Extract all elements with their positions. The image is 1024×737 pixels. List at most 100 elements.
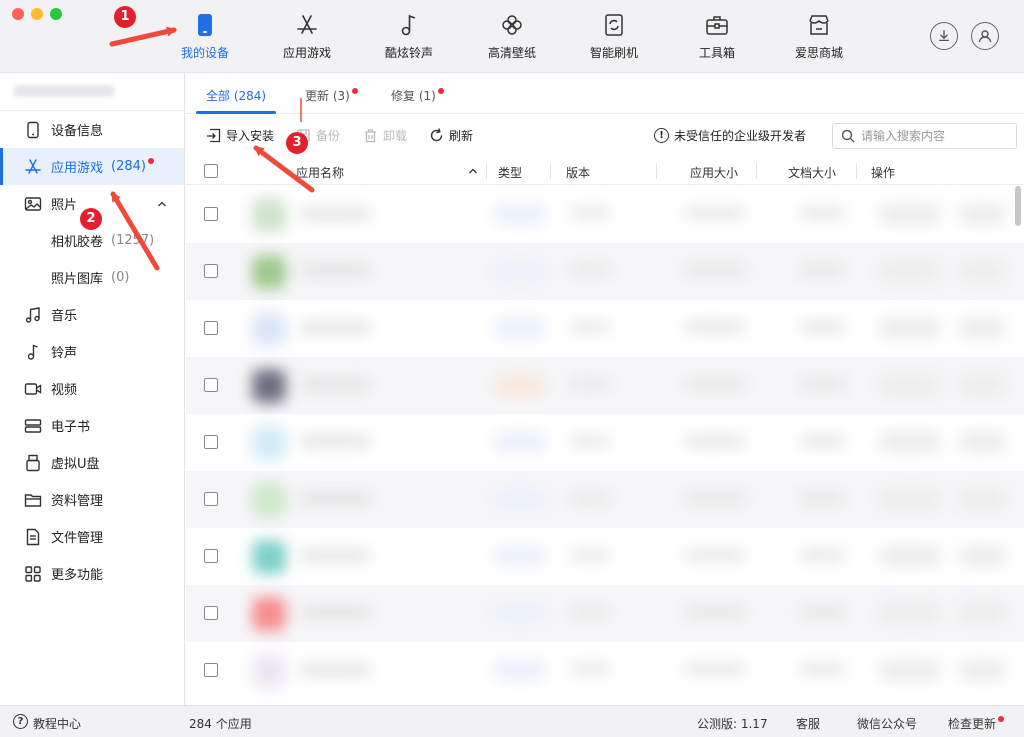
notification-dot: [351, 88, 358, 94]
nav-ringtones[interactable]: 酷炫铃声: [364, 12, 454, 61]
column-header-doc-size[interactable]: 文档大小: [788, 164, 836, 181]
untrusted-developer-button[interactable]: ! 未受信任的企业级开发者: [654, 127, 806, 144]
table-row[interactable]: [186, 414, 1024, 471]
search-input[interactable]: [861, 129, 1011, 143]
app-size-placeholder: [685, 265, 745, 275]
tab-all[interactable]: 全部 (284): [206, 87, 266, 104]
blurred-row-content: [240, 243, 1010, 300]
app-version-placeholder: [570, 493, 610, 503]
table-row[interactable]: [186, 300, 1024, 357]
download-icon: [938, 30, 950, 42]
row-checkbox[interactable]: [204, 264, 218, 278]
nav-wallpapers[interactable]: 高清壁纸: [467, 12, 557, 61]
select-all-checkbox[interactable]: [204, 164, 218, 178]
app-icon: [252, 483, 286, 517]
sidebar-item-label: 照片: [51, 198, 78, 213]
sidebar-item-ringtones[interactable]: 铃声: [0, 333, 184, 370]
annotation-badge-1: 1: [114, 6, 136, 28]
table-row[interactable]: [186, 243, 1024, 300]
table-row[interactable]: [186, 585, 1024, 642]
app-name-placeholder: [300, 265, 370, 276]
sidebar-item-photo-library[interactable]: 照片图库 (0): [0, 259, 184, 296]
refresh-icon: [430, 128, 443, 142]
action-placeholder: [960, 261, 1005, 281]
sidebar-item-video[interactable]: 视频: [0, 370, 184, 407]
uninstall-button[interactable]: 卸载: [363, 127, 407, 144]
device-name-area[interactable]: [0, 73, 184, 111]
sidebar-item-file-management[interactable]: 文件管理: [0, 518, 184, 555]
close-window-button[interactable]: [12, 8, 24, 20]
table-row[interactable]: [186, 186, 1024, 243]
check-update-link[interactable]: 检查更新: [948, 715, 1005, 732]
app-name-placeholder: [300, 322, 370, 333]
sidebar-item-data-management[interactable]: 资料管理: [0, 481, 184, 518]
annotation-badge-2: 2: [80, 208, 102, 230]
nav-my-device[interactable]: 我的设备: [160, 12, 250, 61]
app-version-placeholder: [570, 208, 610, 218]
refresh-button[interactable]: 刷新: [429, 127, 473, 144]
table-row[interactable]: [186, 642, 1024, 699]
vertical-scrollbar[interactable]: [1015, 186, 1021, 226]
app-icon: [252, 255, 286, 289]
account-button[interactable]: [971, 22, 999, 50]
download-button[interactable]: [930, 22, 958, 50]
sidebar-item-label: 资料管理: [51, 494, 104, 509]
tab-bar: 全部 (284) 更新 (3) 修复 (1): [186, 73, 1024, 114]
table-row[interactable]: [186, 471, 1024, 528]
sidebar-item-virtual-usb[interactable]: 虚拟U盘: [0, 444, 184, 481]
row-checkbox[interactable]: [204, 207, 218, 221]
chevron-up-icon[interactable]: [157, 199, 167, 209]
nav-store[interactable]: 爱思商城: [774, 12, 864, 61]
action-placeholder: [880, 318, 940, 338]
app-type-placeholder: [495, 660, 545, 680]
main-panel: 全部 (284) 更新 (3) 修复 (1) 导入安装 备份 卸载 刷新 ! 未…: [186, 73, 1024, 705]
zoom-window-button[interactable]: [50, 8, 62, 20]
sort-up-icon[interactable]: [468, 166, 478, 176]
column-header-type[interactable]: 类型: [498, 164, 522, 181]
search-box[interactable]: [832, 123, 1017, 149]
sidebar-item-music[interactable]: 音乐: [0, 296, 184, 333]
column-header-version[interactable]: 版本: [566, 164, 590, 181]
row-checkbox[interactable]: [204, 549, 218, 563]
nav-apps-games[interactable]: 应用游戏: [262, 12, 352, 61]
row-checkbox[interactable]: [204, 321, 218, 335]
row-checkbox[interactable]: [204, 378, 218, 392]
nav-smart-flash[interactable]: 智能刷机: [569, 12, 659, 61]
tutorial-center-link[interactable]: 教程中心: [33, 715, 81, 732]
column-header-app-name[interactable]: 应用名称: [296, 164, 344, 181]
app-icon: [252, 312, 286, 346]
column-separator: [550, 163, 551, 179]
tab-repair[interactable]: 修复 (1): [391, 87, 444, 104]
row-checkbox[interactable]: [204, 492, 218, 506]
nav-toolbox[interactable]: 工具箱: [672, 12, 762, 61]
doc-size-placeholder: [800, 265, 845, 275]
sidebar-item-more-features[interactable]: 更多功能: [0, 555, 184, 592]
app-icon: [252, 597, 286, 631]
sidebar-item-device-info[interactable]: 设备信息: [0, 111, 184, 148]
customer-service-link[interactable]: 客服: [796, 715, 820, 732]
tab-updates[interactable]: 更新 (3): [305, 87, 358, 104]
trash-icon: [365, 129, 376, 143]
phone-icon: [198, 14, 212, 36]
sidebar-item-apps-games[interactable]: 应用游戏 (284): [0, 148, 184, 185]
app-name-placeholder: [300, 208, 370, 219]
doc-size-placeholder: [800, 322, 845, 332]
row-checkbox[interactable]: [204, 606, 218, 620]
action-placeholder: [960, 204, 1005, 224]
table-row[interactable]: [186, 528, 1024, 585]
app-type-placeholder: [495, 318, 545, 338]
minimize-window-button[interactable]: [31, 8, 43, 20]
active-tab-indicator: [196, 111, 276, 114]
row-checkbox[interactable]: [204, 663, 218, 677]
import-install-button[interactable]: 导入安装: [206, 127, 274, 144]
row-checkbox[interactable]: [204, 435, 218, 449]
app-type-placeholder: [495, 204, 545, 224]
table-row[interactable]: [186, 357, 1024, 414]
sidebar-item-label: 更多功能: [51, 568, 104, 583]
tab-label: 更新 (3): [305, 89, 350, 103]
column-header-app-size[interactable]: 应用大小: [690, 164, 738, 181]
sidebar-item-ebooks[interactable]: 电子书: [0, 407, 184, 444]
app-type-placeholder: [495, 432, 545, 452]
wechat-account-link[interactable]: 微信公众号: [857, 715, 917, 732]
button-label: 备份: [316, 129, 341, 143]
